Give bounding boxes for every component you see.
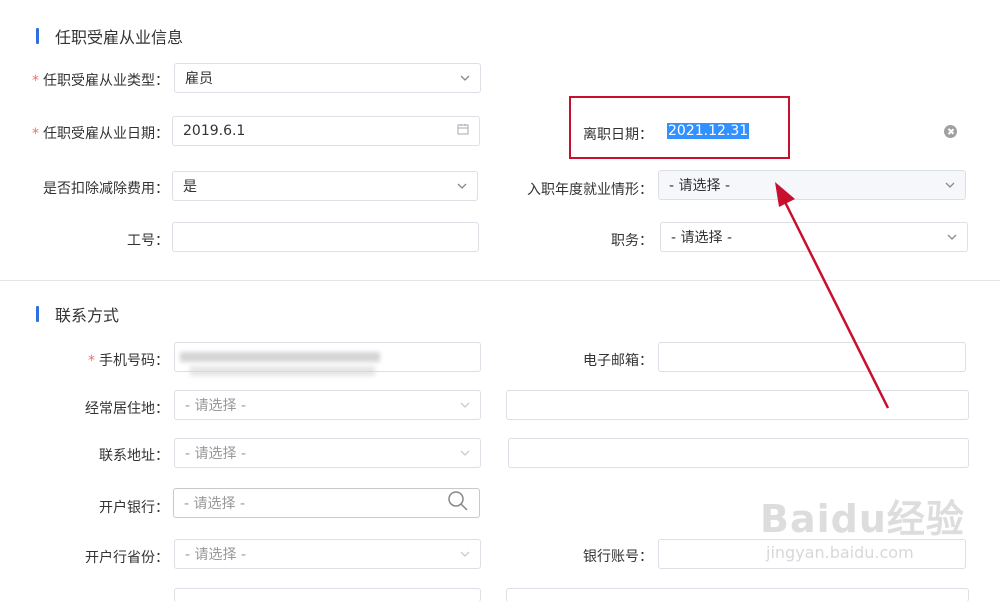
- baidu-watermark: Baidu经验 jingyan.baidu.com: [760, 488, 965, 562]
- watermark-brand: Baidu经验: [760, 497, 965, 541]
- watermark-url: jingyan.baidu.com: [766, 543, 914, 562]
